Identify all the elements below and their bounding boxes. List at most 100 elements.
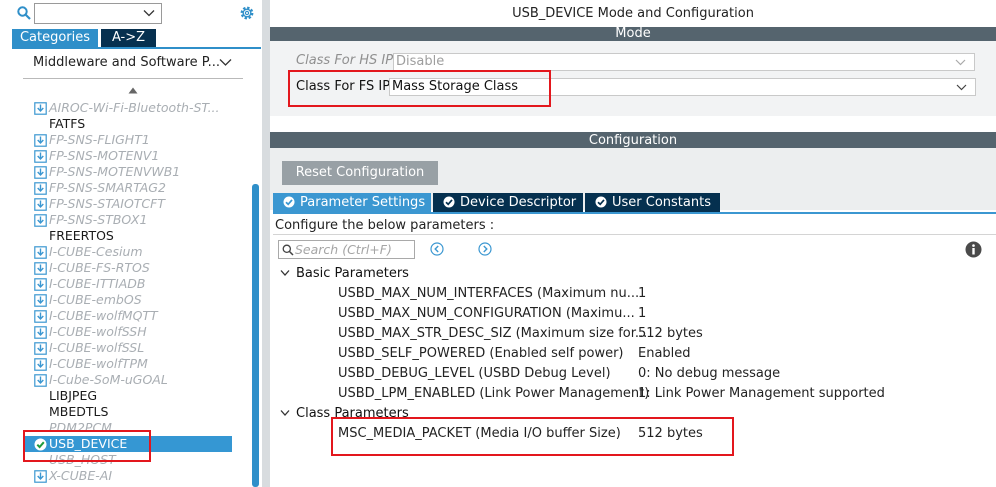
class-hs-label: Class For HS IP (296, 53, 394, 68)
chevron-down-icon[interactable] (219, 56, 232, 68)
class-hs-select[interactable]: Disable (393, 53, 975, 71)
group-basic-parameters[interactable]: Basic Parameters (280, 266, 409, 281)
tab-underline (12, 47, 261, 49)
list-item[interactable]: I-CUBE-embOS (24, 292, 232, 308)
scroll-up-icon[interactable] (128, 87, 138, 94)
download-icon (34, 134, 47, 147)
list-item[interactable]: FATFS (24, 116, 232, 132)
highlight-box (23, 430, 151, 462)
list-item[interactable]: FP-SNS-MOTENV1 (24, 148, 232, 164)
tab-parameter-settings[interactable]: Parameter Settings (273, 193, 431, 212)
scrollbar-thumb[interactable] (252, 184, 259, 487)
list-item[interactable]: I-CUBE-wolfMQTT (24, 308, 232, 324)
list-item[interactable]: I-Cube-SoM-uGOAL (24, 372, 232, 388)
tab-label: User Constants (612, 195, 711, 210)
list-item-label: I-CUBE-wolfMQTT (49, 308, 158, 323)
tab-a-to-z[interactable]: A->Z (101, 29, 156, 47)
parameter-row[interactable]: USBD_MAX_NUM_CONFIGURATION (Maximu... 1 (338, 306, 978, 326)
list-item-label: FP-SNS-FLIGHT1 (49, 132, 150, 147)
list-item[interactable]: X-CUBE-AI (24, 468, 232, 484)
tab-device-descriptor[interactable]: Device Descriptor (433, 193, 583, 212)
list-item[interactable]: I-CUBE-Cesium (24, 244, 232, 260)
list-item[interactable]: MBEDTLS (24, 404, 232, 420)
parameter-value: 1 (638, 286, 647, 301)
parameter-value: 0: No debug message (638, 366, 781, 381)
list-item-label: X-CUBE-AI (49, 468, 113, 483)
list-item[interactable]: I-CUBE-wolfSSH (24, 324, 232, 340)
search-combo[interactable] (34, 3, 162, 24)
list-item[interactable]: FP-SNS-MOTENVWB1 (24, 164, 232, 180)
list-item[interactable]: AIROC-Wi-Fi-Bluetooth-ST... (24, 100, 232, 116)
class-hs-value: Disable (396, 54, 445, 69)
parameter-row[interactable]: USBD_MAX_STR_DESC_SIZ (Maximum size for.… (338, 326, 978, 346)
search-icon (17, 6, 31, 20)
gear-icon[interactable] (238, 4, 256, 22)
list-item-label: I-CUBE-wolfSSL (49, 340, 145, 355)
parameter-value: 512 bytes (638, 326, 703, 341)
tab-categories[interactable]: Categories (12, 29, 98, 47)
chevron-down-icon[interactable] (143, 7, 155, 19)
parameter-row[interactable]: USBD_MAX_NUM_INTERFACES (Maximum nu... 1 (338, 286, 978, 306)
download-icon (34, 166, 47, 179)
parameter-value: Enabled (638, 346, 691, 361)
download-icon (34, 374, 47, 387)
list-item-label: I-Cube-SoM-uGOAL (49, 372, 168, 387)
chevron-down-icon[interactable] (955, 57, 966, 67)
list-item-label: I-CUBE-ITTIADB (49, 276, 146, 291)
download-icon (34, 198, 47, 211)
download-icon (34, 102, 47, 115)
download-icon (34, 342, 47, 355)
list-item-label: FP-SNS-STAIOTCFT (49, 196, 165, 211)
list-item-label: MBEDTLS (49, 404, 109, 419)
parameter-row[interactable]: USBD_SELF_POWERED (Enabled self power) E… (338, 346, 978, 366)
list-item[interactable]: FREERTOS (24, 228, 232, 244)
chevron-down-icon[interactable] (280, 409, 290, 417)
list-item-label: FREERTOS (49, 228, 114, 243)
list-item[interactable]: I-CUBE-FS-RTOS (24, 260, 232, 276)
list-item-label: FATFS (49, 116, 86, 131)
list-item-label: FP-SNS-SMARTAG2 (49, 180, 166, 195)
chevron-down-icon[interactable] (280, 269, 290, 277)
highlight-box (331, 417, 734, 456)
tab-underline (273, 212, 996, 214)
chevron-down-icon[interactable] (956, 82, 967, 92)
list-item[interactable]: FP-SNS-STAIOTCFT (24, 196, 232, 212)
list-item[interactable]: LIBJPEG (24, 388, 232, 404)
list-item[interactable]: I-CUBE-wolfTPM (24, 356, 232, 372)
download-icon (34, 182, 47, 195)
list-item[interactable]: I-CUBE-wolfSSL (24, 340, 232, 356)
check-circle-icon (283, 196, 295, 208)
list-item-label: AIROC-Wi-Fi-Bluetooth-ST... (49, 100, 220, 115)
download-icon (34, 246, 47, 259)
list-item-label: I-CUBE-embOS (49, 292, 142, 307)
parameter-row[interactable]: USBD_LPM_ENABLED (Link Power Management)… (338, 386, 978, 406)
download-icon (34, 310, 47, 323)
list-item-label: FP-SNS-MOTENVWB1 (49, 164, 181, 179)
next-match-icon[interactable] (478, 242, 492, 256)
check-circle-icon (443, 196, 455, 208)
divider (23, 78, 243, 79)
parameter-name: USBD_MAX_NUM_INTERFACES (Maximum nu... (338, 286, 640, 301)
previous-match-icon[interactable] (430, 242, 444, 256)
mode-header: Mode (270, 27, 996, 41)
parameter-search-input[interactable]: Search (Ctrl+F) (278, 240, 415, 259)
parameter-row[interactable]: USBD_DEBUG_LEVEL (USBD Debug Level) 0: N… (338, 366, 978, 386)
download-icon (34, 358, 47, 371)
reset-configuration-button[interactable]: Reset Configuration (282, 161, 438, 185)
info-icon[interactable] (965, 241, 982, 258)
page-title: USB_DEVICE Mode and Configuration (512, 6, 754, 21)
search-icon (282, 244, 294, 256)
panel-splitter[interactable] (262, 0, 270, 487)
spacer (270, 116, 996, 132)
list-item-label: FP-SNS-STBOX1 (49, 212, 148, 227)
parameter-name: USBD_SELF_POWERED (Enabled self power) (338, 346, 624, 361)
group-label: Basic Parameters (296, 266, 409, 281)
list-item[interactable]: FP-SNS-FLIGHT1 (24, 132, 232, 148)
list-item[interactable]: I-CUBE-ITTIADB (24, 276, 232, 292)
list-item[interactable]: FP-SNS-STBOX1 (24, 212, 232, 228)
list-item[interactable]: FP-SNS-SMARTAG2 (24, 180, 232, 196)
category-dropdown[interactable]: Middleware and Software P... (23, 50, 243, 78)
list-item-label: I-CUBE-FS-RTOS (49, 260, 150, 275)
tab-user-constants[interactable]: User Constants (585, 193, 720, 212)
divider (273, 234, 996, 235)
